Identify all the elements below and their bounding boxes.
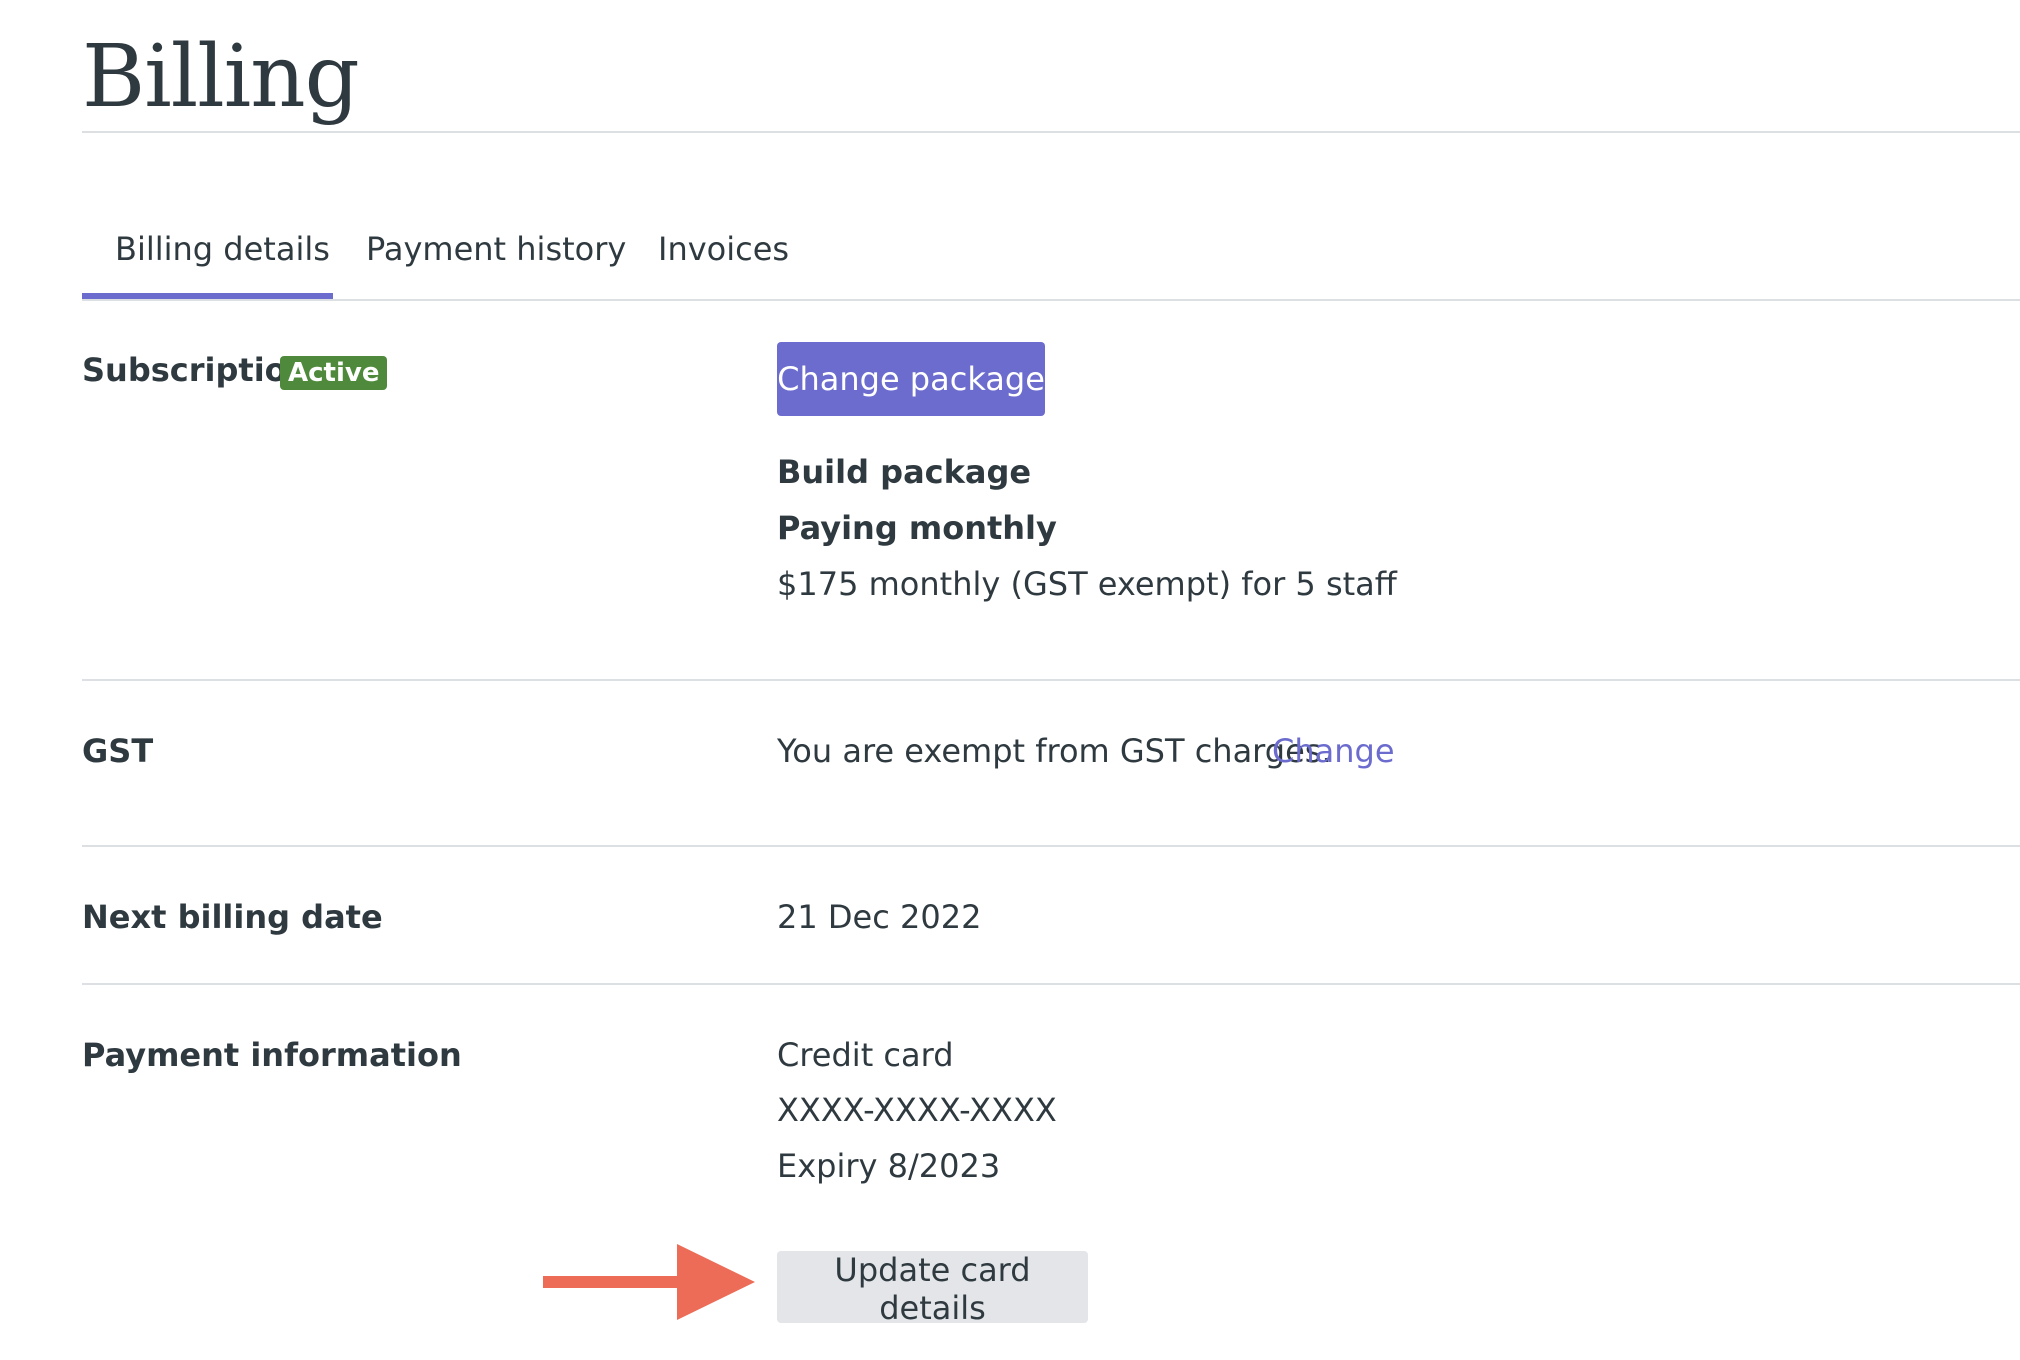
tab-bar-divider <box>82 299 2020 301</box>
next-billing-label: Next billing date <box>82 898 383 936</box>
card-number: XXXX-XXXX-XXXX- <box>777 1091 1056 1129</box>
card-expiry: Expiry 8/2023 <box>777 1147 1001 1185</box>
right-arrow-icon <box>543 1244 755 1320</box>
page-title: Billing <box>82 27 360 127</box>
title-divider <box>82 131 2020 133</box>
gst-status-text: You are exempt from GST charges. <box>777 732 1332 770</box>
tab-billing-details[interactable]: Billing details <box>115 224 330 274</box>
payment-method: Credit card <box>777 1036 954 1074</box>
tab-payment-history[interactable]: Payment history <box>366 224 626 274</box>
gst-label: GST <box>82 732 154 770</box>
package-name: Build package <box>777 453 1032 491</box>
tab-invoices[interactable]: Invoices <box>658 224 789 274</box>
section-divider <box>82 983 2020 985</box>
change-package-button[interactable]: Change package <box>777 342 1045 416</box>
status-badge: Active <box>280 356 388 390</box>
next-billing-date: 21 Dec 2022 <box>777 898 982 936</box>
gst-change-link[interactable]: Change <box>1272 726 1395 776</box>
billing-cycle: Paying monthly <box>777 509 1057 547</box>
payment-info-label: Payment information <box>82 1036 462 1074</box>
arrow-shape <box>543 1244 755 1320</box>
subscription-label: Subscription <box>82 351 310 389</box>
update-card-details-button[interactable]: Update card details <box>777 1251 1088 1327</box>
price-summary: $175 monthly (GST exempt) for 5 staff <box>777 565 1397 603</box>
section-divider <box>82 679 2020 681</box>
section-divider <box>82 845 2020 847</box>
